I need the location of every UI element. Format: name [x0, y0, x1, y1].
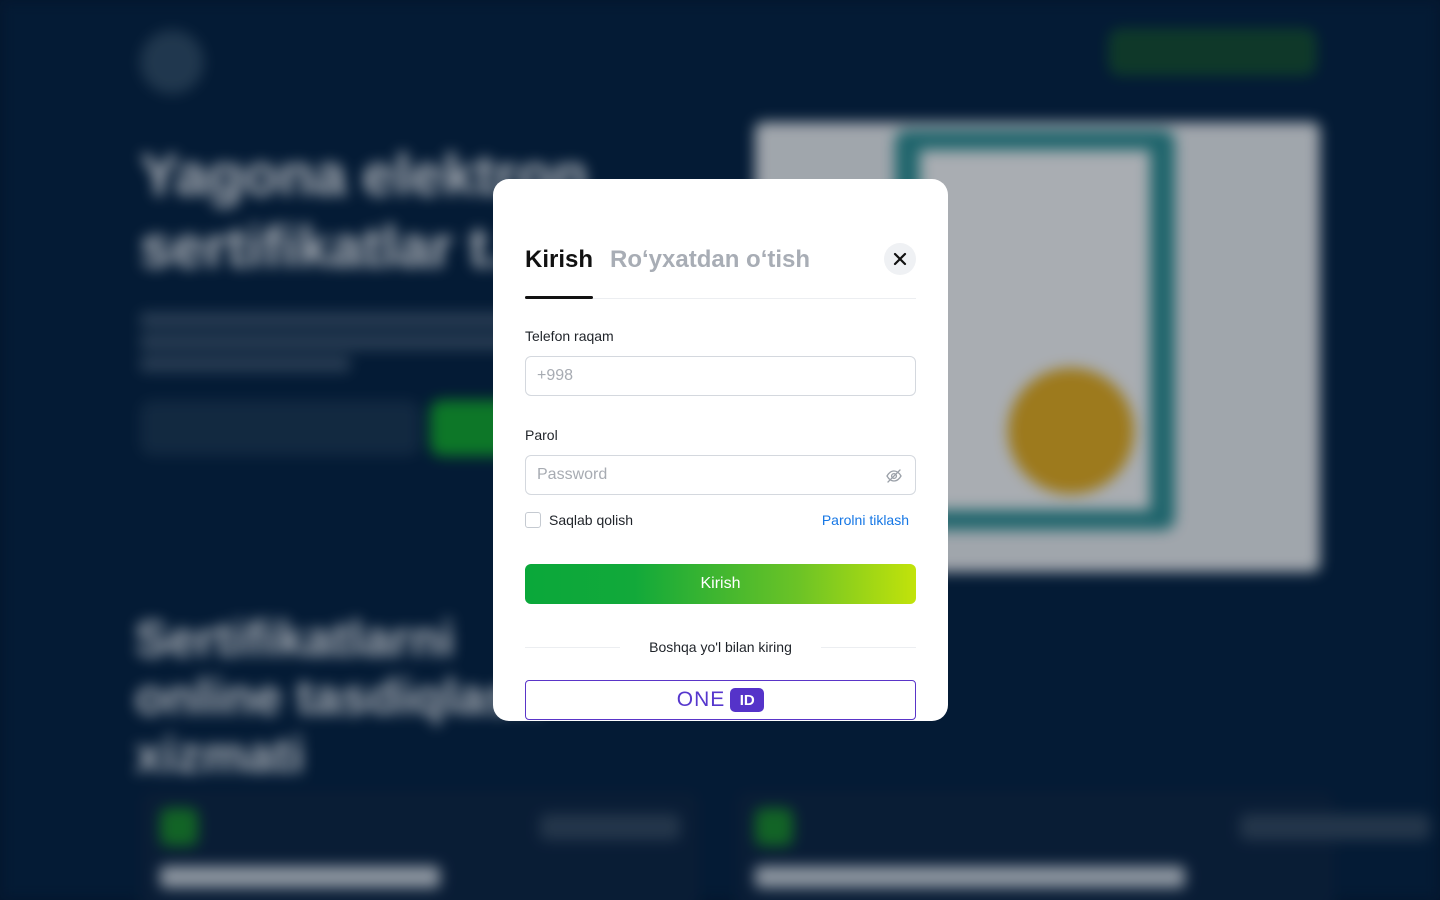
phone-label: Telefon raqam — [525, 328, 614, 344]
divider-line-right — [820, 646, 916, 648]
tab-register[interactable]: Roʻyxatdan oʻtish — [610, 244, 810, 298]
divider-line-left — [525, 646, 620, 648]
close-icon — [893, 252, 907, 266]
password-input[interactable] — [526, 456, 915, 494]
oneid-logo-text: ONE — [676, 688, 726, 711]
login-modal: Kirish Roʻyxatdan oʻtish Telefon raqam P… — [493, 179, 948, 721]
forgot-password-link[interactable]: Parolni tiklash — [822, 512, 909, 528]
alt-login-divider: Boshqa yo'l bilan kiring — [525, 637, 916, 657]
tab-login[interactable]: Kirish — [525, 244, 594, 299]
password-label: Parol — [525, 427, 558, 443]
oneid-login-button[interactable]: ONE ID — [525, 680, 916, 720]
alt-login-text: Boshqa yo'l bilan kiring — [649, 639, 792, 655]
phone-input-wrapper — [525, 356, 916, 396]
eye-off-icon — [886, 469, 902, 483]
remember-me[interactable]: Saqlab qolish — [525, 512, 633, 528]
remember-row: Saqlab qolish Parolni tiklash — [525, 510, 916, 530]
password-input-wrapper — [525, 455, 916, 495]
oneid-logo-badge: ID — [730, 688, 765, 712]
auth-tabs: Kirish Roʻyxatdan oʻtish — [525, 211, 916, 299]
login-submit-button[interactable]: Kirish — [525, 564, 916, 604]
remember-label: Saqlab qolish — [549, 512, 634, 528]
toggle-password-visibility[interactable] — [885, 467, 903, 485]
close-button[interactable] — [884, 243, 916, 275]
remember-checkbox[interactable] — [525, 512, 541, 528]
phone-input[interactable] — [526, 357, 915, 395]
